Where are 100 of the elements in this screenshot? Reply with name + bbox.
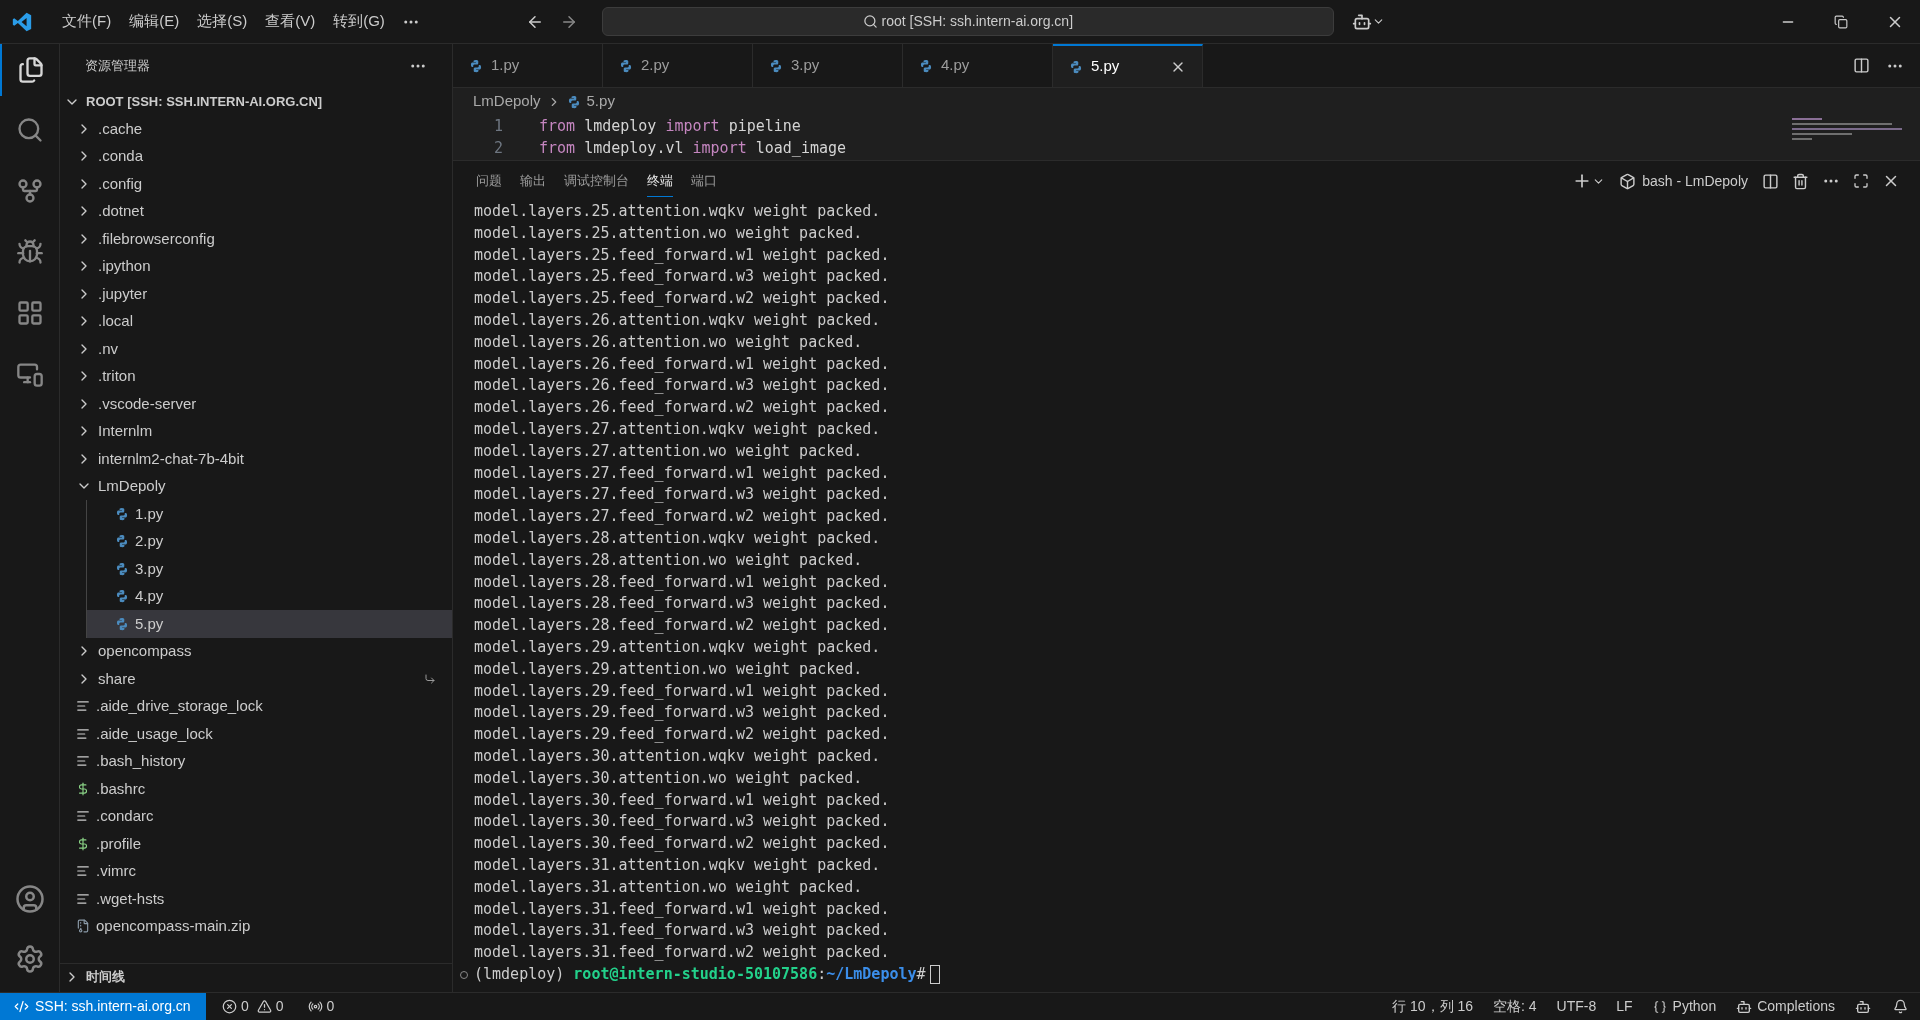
folder-item[interactable]: .dotnet [60,197,452,225]
lines-file-icon [76,726,90,741]
remote-indicator[interactable]: SSH: ssh.intern-ai.org.cn [0,993,206,1020]
file-item[interactable]: 4.py [87,582,452,610]
breadcrumb-item[interactable]: 5.py [586,90,615,113]
file-item[interactable]: 5.py [87,610,452,638]
file-item[interactable]: .profile [60,830,452,858]
file-item[interactable]: .bashrc [60,775,452,803]
file-item[interactable]: 3.py [87,555,452,583]
folder-item[interactable]: share [60,665,452,693]
breadcrumb-item[interactable]: LmDepoly [473,90,541,113]
extensions-icon[interactable] [15,299,44,327]
settings-icon[interactable] [14,944,45,974]
file-item[interactable]: .condarc [60,802,452,830]
completions-label: Completions [1757,997,1835,1016]
source-control-icon[interactable] [15,177,44,205]
folder-item[interactable]: .ipython [60,252,452,280]
ports-indicator[interactable]: 0 [303,996,339,1017]
warning-icon [256,999,272,1014]
panel-tab[interactable]: 输出 [520,165,546,197]
menu-item[interactable]: 编辑(E) [120,10,189,33]
file-item[interactable]: 1.py [87,500,452,528]
encoding[interactable]: UTF-8 [1546,996,1607,1017]
menu-item[interactable]: 文件(F) [53,10,121,33]
robot-icon [1736,998,1753,1015]
item-label: .vimrc [96,861,136,881]
command-center-text: root [SSH: ssh.intern-ai.org.cn] [881,12,1074,31]
folder-item[interactable]: .local [60,307,452,335]
file-item[interactable]: .aide_drive_storage_lock [60,692,452,720]
item-label: internlm2-chat-7b-4bit [98,448,244,469]
folder-item[interactable]: .triton [60,362,452,390]
run-debug-icon[interactable] [15,238,44,266]
account-icon[interactable] [14,884,45,914]
problems-indicator[interactable]: 0 0 [216,996,290,1017]
line-ending[interactable]: LF [1606,996,1643,1017]
line-number: 1 [492,116,503,137]
notifications-icon[interactable] [1893,999,1908,1014]
folder-item[interactable]: .nv [60,335,452,363]
folder-item[interactable]: opencompass [60,637,452,665]
panel-tab[interactable]: 问题 [476,165,502,197]
menu-item[interactable]: 查看(V) [256,10,325,33]
root-folder-header[interactable]: ROOT [SSH: SSH.INTERN-AI.ORG.CN] [60,88,452,115]
panel-tab[interactable]: 端口 [691,165,717,197]
editor-tab[interactable]: 3.py [753,44,903,87]
language-mode[interactable]: Python [1642,996,1727,1017]
terminal-line: model.layers.26.attention.wo weight packed. [474,331,863,353]
file-item[interactable]: .wget-hsts [60,885,452,913]
folder-item[interactable]: .conda [60,142,452,170]
robot-icon[interactable] [1855,998,1871,1015]
terminal-line: model.layers.30.feed_forward.w2 weight packed. [474,833,890,855]
terminal-name[interactable]: bash - LmDepoly [1642,170,1748,192]
folder-item[interactable]: .filebrowserconfig [60,225,452,253]
folder-item[interactable]: .cache [60,115,452,143]
item-label: LmDepoly [98,476,166,496]
item-label: .profile [96,833,142,854]
file-item[interactable]: opencompass-main.zip [60,912,452,940]
file-item[interactable]: .vimrc [60,857,452,885]
folder-item[interactable]: Internlm [60,417,452,445]
explorer-icon[interactable] [16,56,45,84]
terminal-line: model.layers.26.attention.wqkv weight packed. [474,310,881,331]
editor-tab[interactable]: 1.py [453,44,603,87]
warning-count: 0 [275,997,284,1016]
menu-item[interactable]: 选择(S) [188,10,257,33]
terminal-line: model.layers.31.feed_forward.w2 weight packed. [474,942,890,964]
terminal-line: model.layers.27.feed_forward.w1 weight packed. [474,462,890,484]
python-file-icon [566,94,581,109]
file-item[interactable]: .bash_history [60,747,452,775]
file-item[interactable]: 2.py [87,527,452,555]
search-icon[interactable] [15,116,44,144]
item-label: 3.py [135,558,164,579]
file-item[interactable]: .aide_usage_lock [60,720,452,748]
folder-item[interactable]: internlm2-chat-7b-4bit [60,445,452,473]
remote-icon [14,999,29,1014]
editor-tab[interactable]: 2.py [603,44,753,87]
folder-item[interactable]: LmDepoly [60,472,452,500]
panel-tab[interactable]: 终端 [647,164,673,198]
terminal-line: model.layers.25.feed_forward.w3 weight packed. [474,266,890,288]
cursor-position[interactable]: 行 10，列 16 [1382,996,1483,1017]
folder-item[interactable]: .config [60,170,452,198]
lines-file-icon [76,809,90,824]
command-center[interactable]: root [SSH: ssh.intern-ai.org.cn] [601,7,1334,36]
item-label: 4.py [135,586,164,606]
completions-status[interactable]: Completions [1726,996,1845,1017]
split-editor-icon[interactable] [1853,57,1870,74]
sidebar-title: 资源管理器 [85,57,150,76]
lines-file-icon [76,754,90,769]
restore-icon[interactable] [1834,14,1848,29]
trash-icon[interactable] [1792,172,1809,190]
folder-item[interactable]: .vscode-server [60,390,452,418]
folder-item[interactable]: .jupyter [60,280,452,308]
editor-tab[interactable]: 5.py [1053,44,1203,87]
terminal-line: model.layers.28.feed_forward.w3 weight packed. [474,593,890,615]
maximize-panel-icon[interactable] [1853,173,1869,189]
item-label: Internlm [98,421,153,441]
split-terminal-icon[interactable] [1762,172,1779,190]
timeline-header[interactable]: 时间线 [60,963,452,990]
panel-tab[interactable]: 调试控制台 [564,165,629,197]
app-logo-icon[interactable] [11,10,33,33]
indentation[interactable]: 空格: 4 [1483,996,1547,1017]
menu-item[interactable]: 转到(G) [324,10,394,33]
